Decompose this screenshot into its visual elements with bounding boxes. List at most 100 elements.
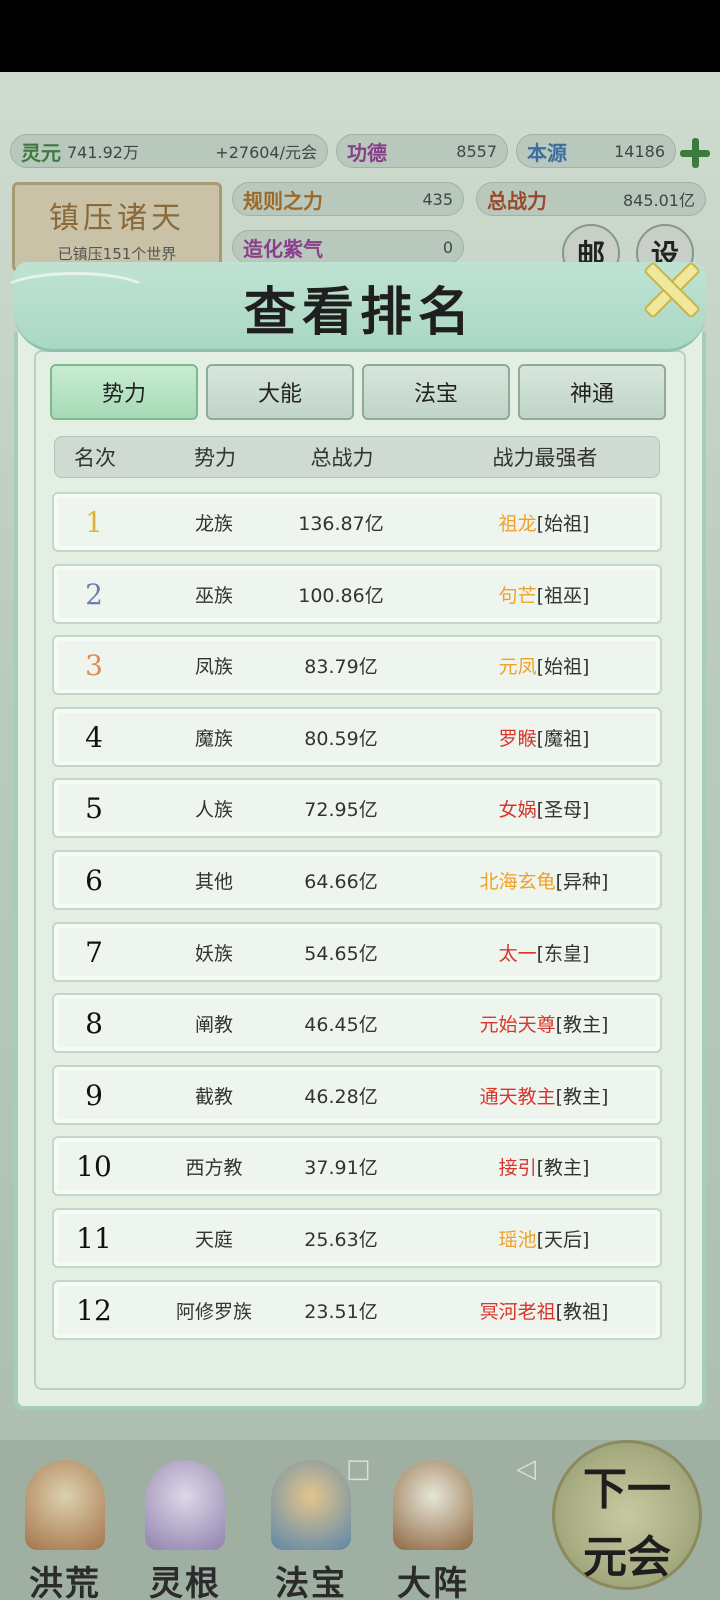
strongest-name: 女娲 [498,798,537,821]
nav-dazhen[interactable]: 大阵 [378,1460,488,1600]
nav-label: 法宝 [275,1564,347,1600]
tab-faction[interactable]: 势力 [50,364,198,420]
suppress-panel[interactable]: 镇压诸天 已镇压151个世界 [12,182,222,272]
strongest-name: 元始天尊 [479,1013,556,1036]
row-faction: 魔族 [194,727,233,750]
home-nav-icon[interactable]: □ [346,1454,371,1484]
nav-label: 洪荒 [29,1564,101,1600]
row-power: 100.86亿 [298,584,384,607]
row-faction: 西方教 [185,1156,243,1179]
gongde-label: 功德 [347,140,387,165]
table-row: 9 截教 46.28亿 通天教主 [教主] [52,1065,662,1125]
table-row: 2 巫族 100.86亿 句芒 [祖巫] [52,564,662,624]
row-power: 25.63亿 [304,1228,378,1251]
strongest-title: [圣母] [536,798,590,821]
lingyuan-value: 741.92万 [67,143,139,162]
row-faction: 凤族 [194,655,233,678]
column-rank: 名次 [74,446,116,470]
table-row: 3 凤族 83.79亿 元凤 [始祖] [52,635,662,695]
tab-treasure[interactable]: 法宝 [362,364,510,420]
row-strongest: 瑶池 [天后] [424,1210,664,1266]
benyuan-label: 本源 [527,140,567,165]
row-strongest: 冥河老祖 [教祖] [424,1282,664,1338]
row-faction: 阿修罗族 [175,1300,252,1323]
strongest-name: 太一 [498,942,537,965]
strongest-title: [异种] [555,870,609,893]
row-faction: 阐教 [194,1013,233,1036]
row-power: 54.65亿 [304,942,378,965]
row-faction: 天庭 [194,1228,233,1251]
row-rank: 6 [85,863,103,897]
row-rank: 3 [85,648,103,682]
benyuan-value: 14186 [614,141,665,161]
tab-divine-skill[interactable]: 神通 [518,364,666,420]
table-row: 1 龙族 136.87亿 祖龙 [始祖] [52,492,662,552]
row-rank: 4 [85,720,103,754]
close-icon[interactable] [636,254,702,320]
strongest-title: [祖巫] [536,584,590,607]
nav-linggen[interactable]: 灵根 [130,1460,240,1600]
back-nav-icon[interactable]: ◁ [516,1454,536,1484]
strongest-name: 罗睺 [498,727,537,750]
add-resource-plus-icon[interactable] [680,138,710,168]
nav-honghuang[interactable]: 洪荒 [10,1460,120,1600]
strongest-title: [教祖] [555,1300,609,1323]
table-row: 6 其他 64.66亿 北海玄龟 [异种] [52,850,662,910]
row-power: 46.28亿 [304,1085,378,1108]
suppress-subtitle: 已镇压151个世界 [57,245,177,263]
row-faction: 妖族 [194,942,233,965]
table-row: 12 阿修罗族 23.51亿 冥河老祖 [教祖] [52,1280,662,1340]
row-rank: 5 [85,791,103,825]
row-strongest: 太一 [东皇] [424,924,664,980]
row-strongest: 女娲 [圣母] [424,780,664,836]
status-bar [0,0,720,72]
modal-body: 势力 大能 法宝 神通 名次 势力 总战力 战力最强者 1 龙族 136.87亿 祖龙… [14,332,706,1410]
strongest-name: 祖龙 [498,512,537,535]
gongde-resource: 功德 8557 [336,134,508,168]
treasure-icon [271,1460,351,1550]
table-header: 名次 势力 总战力 战力最强者 [54,436,660,478]
strongest-title: [始祖] [536,512,590,535]
row-power: 37.91亿 [304,1156,378,1179]
nav-label: 灵根 [149,1564,221,1600]
row-faction: 人族 [194,798,233,821]
row-strongest: 北海玄龟 [异种] [424,852,664,908]
total-power-resource: 总战力 845.01亿 [476,182,706,216]
tab-great-power[interactable]: 大能 [206,364,354,420]
lingyuan-rate: +27604/元会 [215,143,317,162]
table-row: 7 妖族 54.65亿 太一 [东皇] [52,922,662,982]
mountain-icon [25,1460,105,1550]
modal-header: 查看排名 [0,262,706,352]
row-rank: 8 [85,1006,103,1040]
row-strongest: 元始天尊 [教主] [424,995,664,1051]
strongest-name: 通天教主 [479,1085,556,1108]
modal-title: 查看排名 [243,282,476,343]
table-row: 5 人族 72.95亿 女娲 [圣母] [52,778,662,838]
strongest-name: 句芒 [498,584,537,607]
row-rank: 12 [76,1293,112,1327]
total-power-value: 845.01亿 [623,191,695,210]
row-strongest: 通天教主 [教主] [424,1067,664,1123]
row-strongest: 接引 [教主] [424,1138,664,1194]
nav-label: 大阵 [397,1564,469,1600]
guize-resource: 规则之力 435 [232,182,464,216]
strongest-title: [东皇] [536,942,590,965]
strongest-name: 冥河老祖 [479,1300,556,1323]
row-rank: 2 [85,577,103,611]
row-power: 64.66亿 [304,870,378,893]
strongest-name: 元凤 [498,655,537,678]
strongest-title: [魔祖] [536,727,590,750]
row-strongest: 祖龙 [始祖] [424,494,664,550]
row-rank: 10 [76,1149,112,1183]
strongest-name: 北海玄龟 [479,870,556,893]
table-row: 4 魔族 80.59亿 罗睺 [魔祖] [52,707,662,767]
next-era-button[interactable]: 下一 元会 [552,1440,702,1590]
strongest-name: 瑶池 [498,1228,537,1251]
row-faction: 截教 [194,1085,233,1108]
row-power: 136.87亿 [298,512,384,535]
row-rank: 1 [85,505,103,539]
next-era-line2: 元会 [583,1532,671,1583]
row-power: 23.51亿 [304,1300,378,1323]
taiji-icon [393,1460,473,1550]
row-power: 80.59亿 [304,727,378,750]
